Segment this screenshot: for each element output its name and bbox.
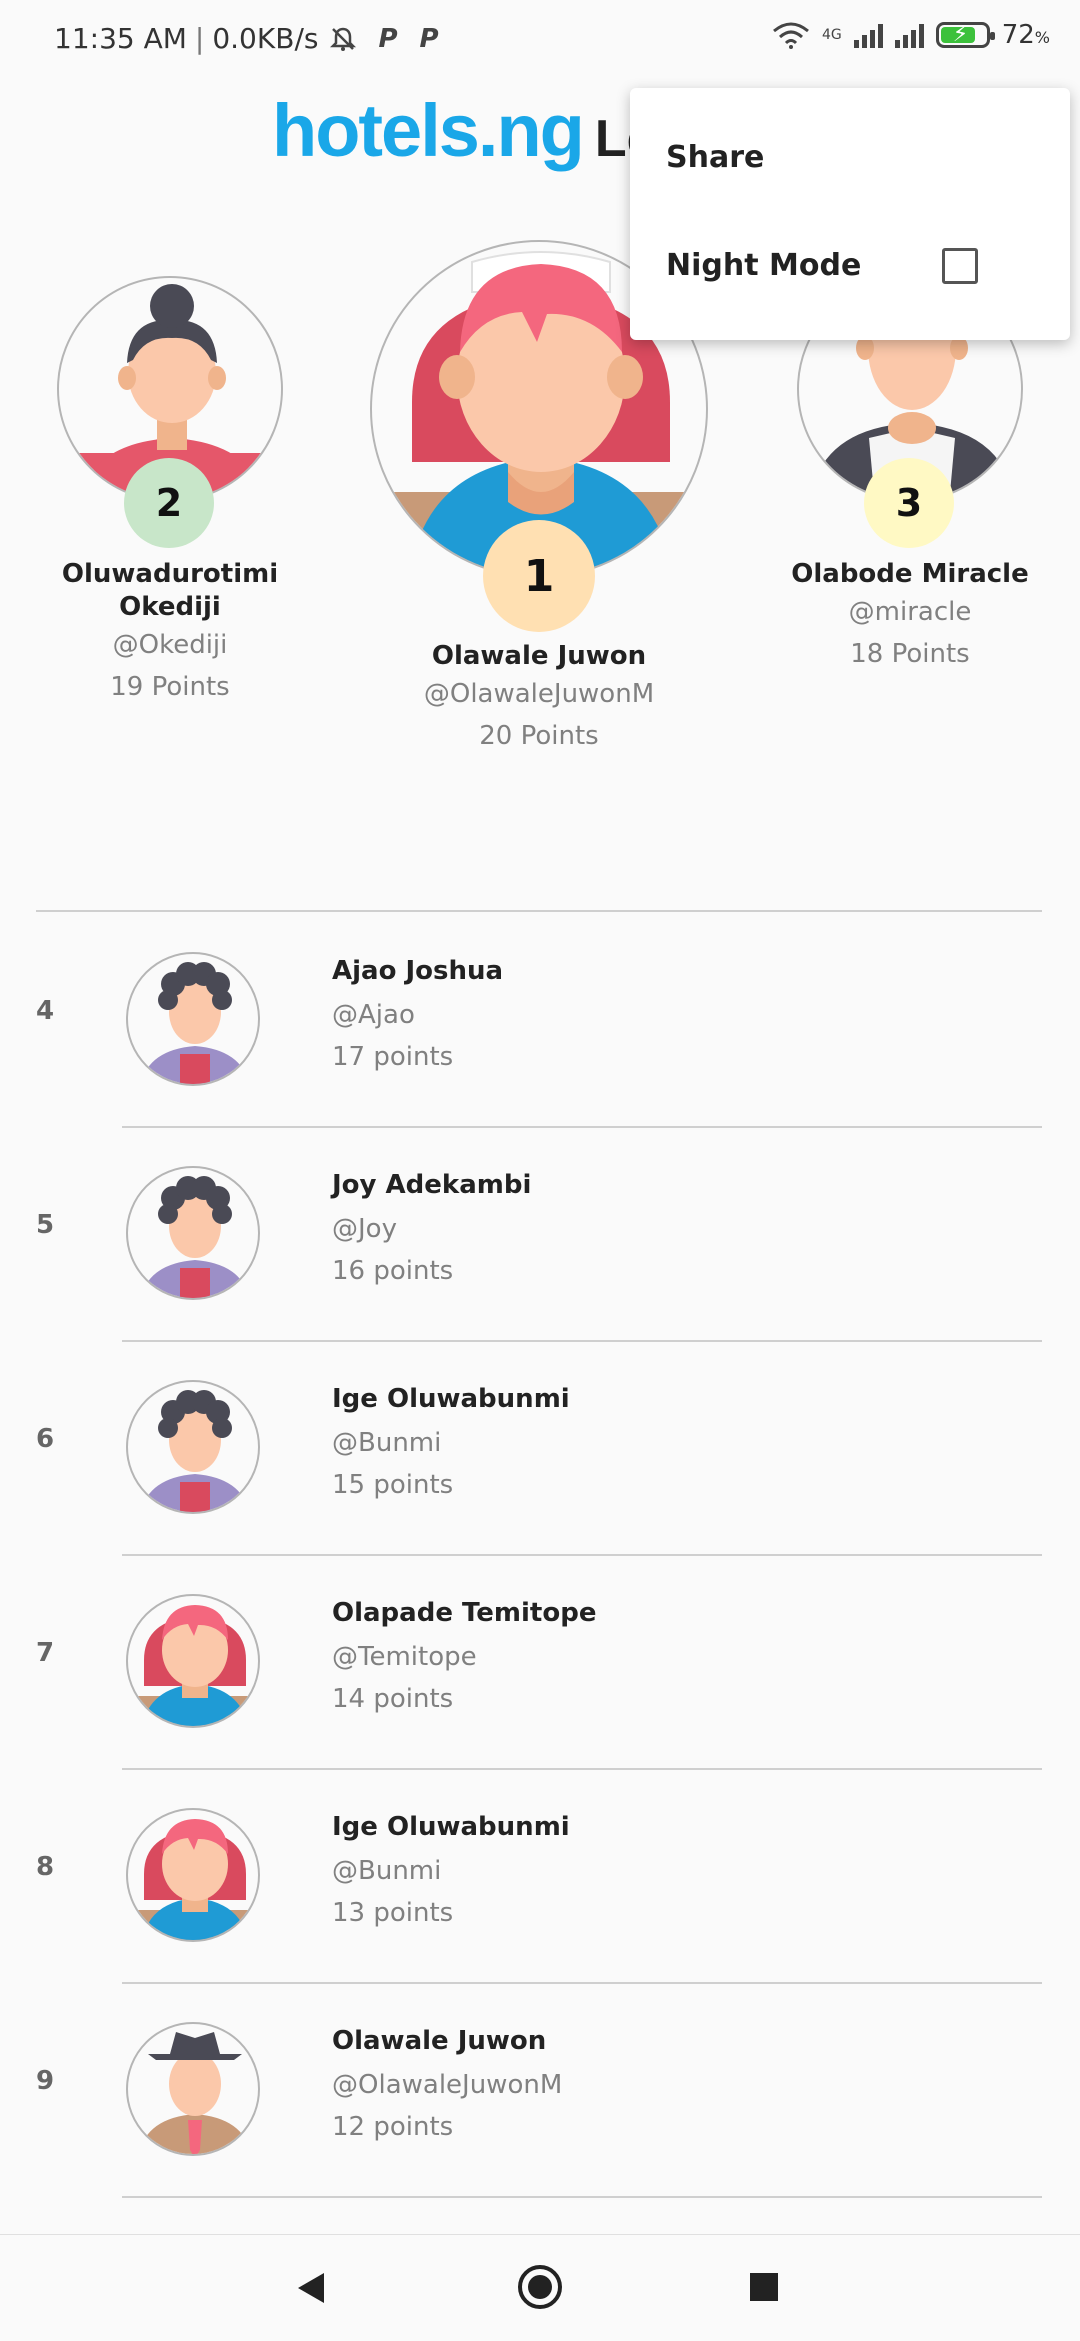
podium-points: 18 Points [850, 639, 970, 669]
recents-icon[interactable] [750, 2273, 778, 2301]
list-item[interactable]: 9 Olawale Juwon @OlawaleJuwonM 12 points [0, 1982, 1080, 2196]
rank-badge: 1 [483, 520, 595, 632]
divider [122, 2196, 1042, 2198]
list-rank: 6 [36, 1424, 55, 1454]
podium-points: 19 Points [110, 672, 230, 702]
night-mode-checkbox[interactable] [942, 248, 978, 284]
parking-notification-icon-2: P [419, 23, 439, 54]
signal-icon [853, 22, 883, 48]
list-item[interactable]: 6 Ige Oluwabunmi @Bunmi 15 points [0, 1340, 1080, 1554]
system-nav-bar [0, 2234, 1080, 2341]
menu-item-night-mode[interactable]: Night Mode [666, 248, 861, 283]
pink-hair-avatar-icon [126, 1808, 260, 1942]
overflow-menu: Share Night Mode [630, 88, 1070, 340]
home-icon[interactable] [518, 2265, 562, 2309]
brand-logo: hotels.ng [272, 89, 585, 172]
list-item[interactable]: 7 Olapade Temitope @Temitope 14 points [0, 1554, 1080, 1768]
battery-icon: ⚡ [935, 22, 995, 48]
curly-hair-avatar-icon [126, 952, 260, 1086]
battery-level: 72% [1001, 20, 1050, 50]
menu-item-share[interactable]: Share [666, 140, 764, 175]
list-rank: 7 [36, 1638, 55, 1668]
rank-badge: 2 [124, 458, 214, 548]
list-points: 16 points [332, 1256, 454, 1286]
wifi-icon [772, 22, 809, 49]
list-name: Ajao Joshua [332, 956, 504, 986]
list-points: 15 points [332, 1470, 454, 1500]
list-handle: @Bunmi [332, 1428, 442, 1458]
podium-handle: @miracle [848, 597, 972, 627]
status-time: 11:35 AM [54, 22, 187, 55]
list-points: 17 points [332, 1042, 454, 1072]
list-name: Olapade Temitope [332, 1598, 597, 1628]
pink-hair-avatar-icon [126, 1594, 260, 1728]
list-points: 12 points [332, 2112, 454, 2142]
status-bar: 11:35 AM | 0.0KB/s P P 4G ⚡ 72% [0, 0, 1080, 84]
muted-bell-icon [330, 27, 357, 51]
list-handle: @Joy [332, 1214, 397, 1244]
status-right: 4G ⚡ 72% [772, 20, 1050, 50]
back-icon[interactable] [298, 2273, 324, 2303]
list-item[interactable]: 8 Ige Oluwabunmi @Bunmi 13 points [0, 1768, 1080, 1982]
list-item[interactable]: 4 Ajao Joshua @Ajao 17 points [0, 912, 1080, 1126]
rank-badge: 3 [864, 458, 954, 548]
list-handle: @Ajao [332, 1000, 415, 1030]
podium-name-line2: Okediji [119, 592, 221, 622]
list-points: 14 points [332, 1684, 454, 1714]
podium-name: Olawale Juwon [431, 641, 647, 671]
list-handle: @Temitope [332, 1642, 477, 1672]
list-handle: @OlawaleJuwonM [332, 2070, 563, 2100]
list-handle: @Bunmi [332, 1856, 442, 1886]
list-name: Ige Oluwabunmi [332, 1812, 570, 1842]
podium-points: 20 Points [479, 721, 599, 751]
podium-name: Oluwadurotimi [61, 559, 279, 589]
status-left: 11:35 AM | 0.0KB/s P P [54, 22, 439, 55]
list-name: Olawale Juwon [332, 2026, 547, 2056]
podium-name: Olabode Miracle [791, 559, 1029, 589]
status-separator: | [194, 22, 205, 55]
list-item[interactable]: 5 Joy Adekambi @Joy 16 points [0, 1126, 1080, 1340]
podium-handle: @OlawaleJuwonM [423, 679, 655, 709]
list-rank: 4 [36, 996, 55, 1026]
list-name: Ige Oluwabunmi [332, 1384, 570, 1414]
signal-icon-2 [894, 22, 924, 48]
status-speed: 0.0KB/s [212, 22, 319, 55]
list-rank: 8 [36, 1852, 55, 1882]
list-points: 13 points [332, 1898, 454, 1928]
parking-notification-icon: P [378, 23, 398, 54]
curly-hair-avatar-icon [126, 1166, 260, 1300]
list-name: Joy Adekambi [332, 1170, 532, 1200]
podium-handle: @Okediji [112, 630, 228, 660]
network-type: 4G [821, 27, 842, 43]
list-rank: 5 [36, 1210, 55, 1240]
podium-second[interactable]: 2 Oluwadurotimi Okediji @Okediji 19 Poin… [40, 276, 300, 708]
cowboy-avatar-icon [126, 2022, 260, 2156]
list-rank: 9 [36, 2066, 55, 2096]
curly-hair-avatar-icon [126, 1380, 260, 1514]
